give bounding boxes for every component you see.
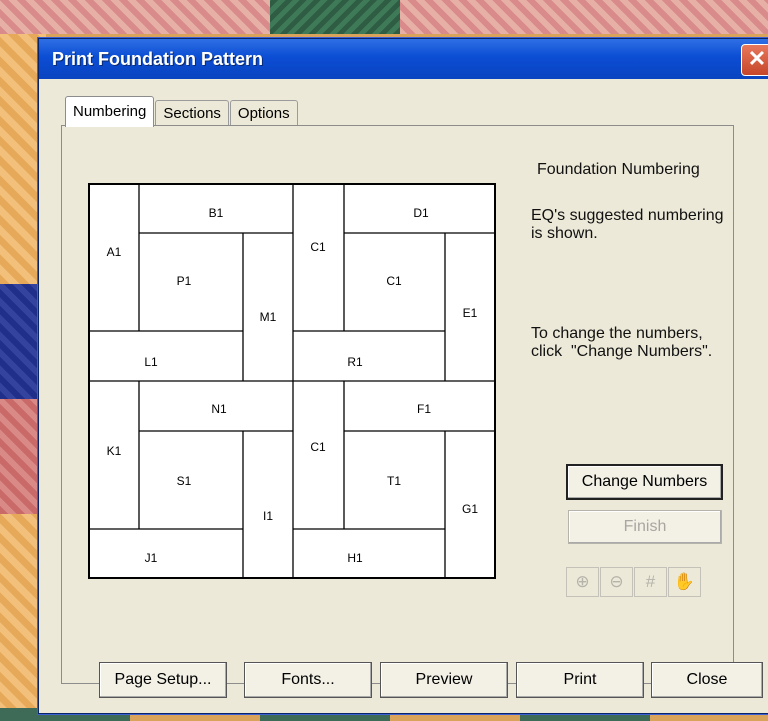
background-quilt-top-green xyxy=(270,0,400,34)
patch-label: C1 xyxy=(310,440,326,454)
patch-label: J1 xyxy=(145,551,158,565)
info-line-1: EQ's suggested numbering xyxy=(531,207,724,224)
patch-label: A1 xyxy=(107,245,122,259)
patch-label: K1 xyxy=(107,444,122,458)
patch-label: M1 xyxy=(260,310,277,324)
patch-label: D1 xyxy=(413,206,429,220)
tab-options[interactable]: Options xyxy=(229,100,298,127)
preview-button[interactable]: Preview xyxy=(380,662,508,698)
patch-label: C1 xyxy=(386,274,402,288)
grid-icon[interactable]: # xyxy=(634,567,667,597)
fonts-button[interactable]: Fonts... xyxy=(244,662,372,698)
patch-label: F1 xyxy=(417,402,431,416)
close-button[interactable]: Close xyxy=(651,662,763,698)
patch-label: N1 xyxy=(211,402,227,416)
dialog-title: Print Foundation Pattern xyxy=(52,48,263,69)
patch-label: B1 xyxy=(209,206,224,220)
tab-numbering[interactable]: Numbering xyxy=(65,96,155,127)
foundation-numbering-heading: Foundation Numbering xyxy=(537,161,700,178)
patch-label: L1 xyxy=(144,355,158,369)
info-line-3: To change the numbers, xyxy=(531,325,703,342)
tab-sections[interactable]: Sections xyxy=(155,100,229,127)
page-setup-button[interactable]: Page Setup... xyxy=(99,662,227,698)
patch-label: P1 xyxy=(177,274,192,288)
tab-strip: Numbering Sections Options xyxy=(65,96,299,127)
hand-icon[interactable]: ✋ xyxy=(668,567,701,597)
print-button[interactable]: Print xyxy=(516,662,644,698)
patch-label: C1 xyxy=(310,240,326,254)
finish-button[interactable]: Finish xyxy=(568,510,722,544)
patch-label: G1 xyxy=(462,502,478,516)
patch-label: T1 xyxy=(387,474,401,488)
zoom-toolbar: ⊕ ⊖ # ✋ xyxy=(566,567,702,597)
zoom-in-icon[interactable]: ⊕ xyxy=(566,567,599,597)
patch-label: I1 xyxy=(263,509,273,523)
change-numbers-button[interactable]: Change Numbers xyxy=(566,464,723,500)
title-bar[interactable]: Print Foundation Pattern ✕ xyxy=(39,39,768,79)
foundation-pattern-diagram: B1 D1 A1 C1 C1 P1 E1 M1 L1 R1 N1 F1 K1 C… xyxy=(88,183,498,581)
patch-label: S1 xyxy=(177,474,192,488)
info-line-4: click "Change Numbers". xyxy=(531,343,713,360)
patch-label: E1 xyxy=(463,306,478,320)
info-line-2: is shown. xyxy=(531,225,598,242)
patch-label: R1 xyxy=(347,355,363,369)
close-icon[interactable]: ✕ xyxy=(741,44,768,76)
patch-label: H1 xyxy=(347,551,363,565)
print-foundation-dialog: Print Foundation Pattern ✕ Numbering Sec… xyxy=(38,38,768,714)
zoom-out-icon[interactable]: ⊖ xyxy=(600,567,633,597)
